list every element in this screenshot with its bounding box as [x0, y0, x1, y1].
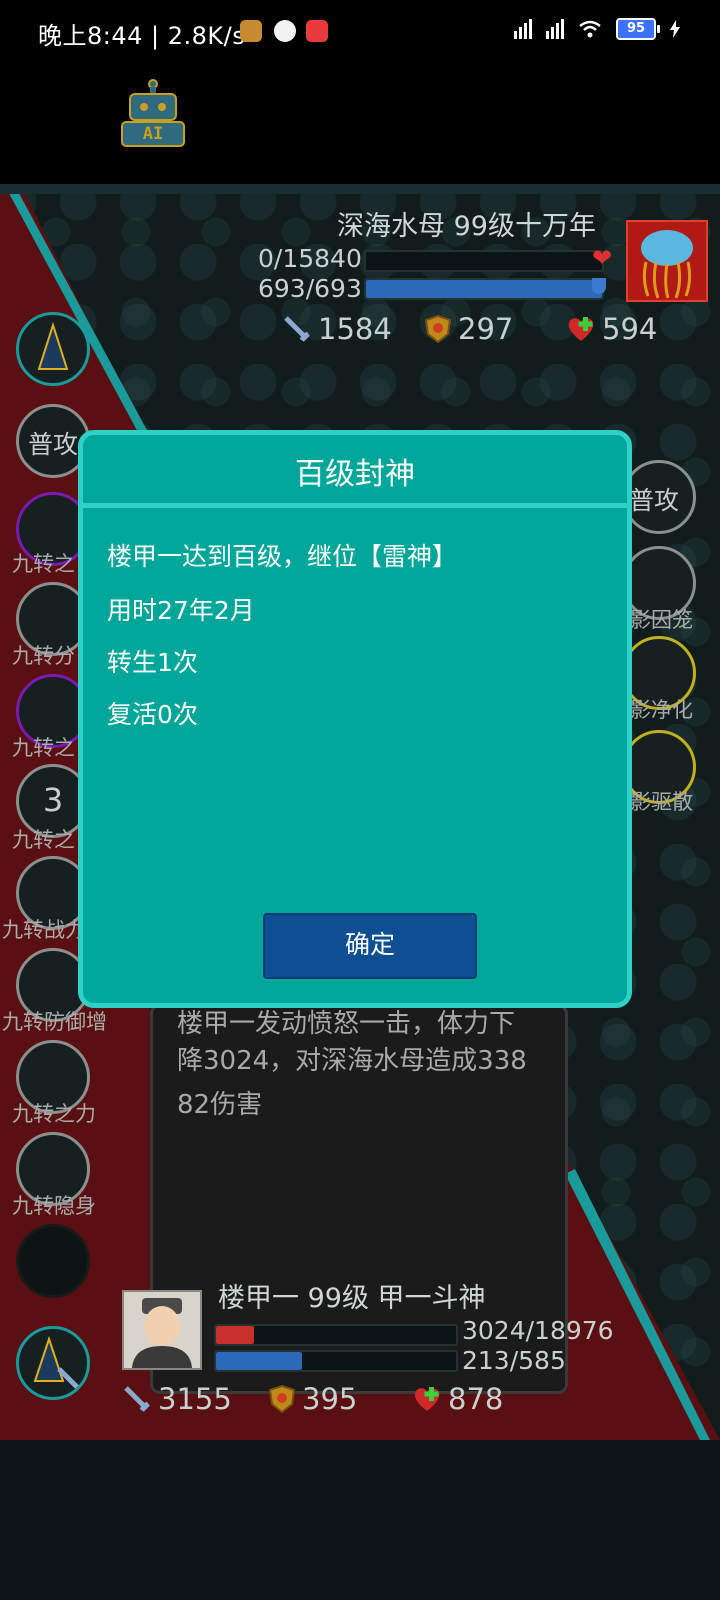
level-up-dialog: 百级封神 楼甲一达到百级，继位【雷神】 用时27年2月 转生1次 复活0次 确定	[78, 430, 632, 1008]
enemy-attack-value: 1584	[318, 312, 392, 346]
signal-icon-2	[546, 19, 564, 39]
skill-label: 九转防御增	[2, 1010, 107, 1034]
player-name: 楼甲一 99级 甲一斗神	[218, 1283, 486, 1314]
confirm-button[interactable]: 确定	[263, 913, 477, 979]
skill-label: 九转之	[12, 736, 75, 760]
skill-label: 九转战力	[2, 918, 86, 942]
skill-label: 影净化	[630, 698, 693, 722]
heal-heart-icon	[568, 317, 594, 341]
battery-indicator: 95	[616, 18, 660, 40]
player-hp-bar	[214, 1324, 458, 1346]
skill-label: 九转隐身	[12, 1194, 96, 1218]
dialog-line: 复活0次	[107, 700, 198, 729]
enemy-hp-bar	[364, 250, 604, 272]
enemy-heal: 594	[566, 312, 657, 346]
skill-label: 影驱散	[630, 790, 693, 814]
player-hp-fill	[216, 1326, 255, 1344]
skill-label: 九转分	[12, 644, 75, 668]
enemy-mp-bar	[364, 278, 604, 300]
skill-tree-button[interactable]	[16, 312, 90, 386]
sword-icon	[124, 1386, 150, 1412]
jellyfish-icon	[641, 230, 693, 299]
notification-icon-3	[306, 20, 328, 42]
player-mp-bar	[214, 1350, 458, 1372]
heart-icon: ❤	[592, 244, 613, 272]
player-heal: 878	[412, 1382, 503, 1416]
player-mp-text: 213/585	[462, 1346, 566, 1375]
enemy-hp-text: 0/15840	[258, 244, 362, 273]
enemy-heal-value: 594	[602, 312, 658, 346]
skill-label: 九转之	[12, 552, 75, 576]
skill-label: 普攻	[27, 430, 78, 459]
ai-label: AI	[142, 124, 164, 144]
skill-cooldown-badge: 3	[42, 781, 64, 819]
dialog-line: 转生1次	[107, 648, 198, 677]
player-portrait-icon	[132, 1298, 192, 1368]
enemy-name: 深海水母 99级十万年	[337, 211, 596, 242]
skill-tree-sword-button[interactable]	[16, 1326, 90, 1400]
charging-icon	[670, 20, 680, 38]
tree-skill-icon	[37, 321, 69, 370]
player-hp-text: 3024/18976	[462, 1316, 614, 1345]
player-avatar[interactable]	[122, 1290, 202, 1370]
sword-icon	[284, 316, 310, 342]
shield-icon	[268, 1384, 296, 1414]
enemy-mp-text: 693/693	[258, 274, 362, 303]
status-time: 晚上8:44 | 2.8K/s	[38, 22, 246, 50]
notification-icon-1	[240, 20, 262, 42]
tree-sword-icon	[33, 1335, 79, 1389]
skill-empty-slot[interactable]	[16, 1224, 90, 1298]
player-attack: 3155	[122, 1382, 232, 1416]
ai-robot-button[interactable]: AI	[120, 78, 186, 150]
player-mp-fill	[216, 1352, 303, 1370]
battle-log-text: 降3024，对深海水母造成33882伤害	[177, 1046, 527, 1120]
status-icons: 95	[514, 18, 680, 40]
heal-heart-icon	[414, 1387, 440, 1411]
signal-icon-1	[514, 19, 532, 39]
enemy-attack: 1584	[282, 312, 392, 346]
skill-normal-attack-right[interactable]: 普攻	[622, 460, 696, 534]
skill-label: 影囚笼	[630, 608, 693, 632]
enemy-defense: 297	[424, 312, 513, 346]
player-attack-value: 3155	[158, 1382, 232, 1416]
player-defense-value: 395	[302, 1382, 358, 1416]
dialog-title: 百级封神	[295, 457, 415, 492]
potion-icon	[592, 278, 606, 294]
status-bar: 晚上8:44 | 2.8K/s 95	[0, 0, 720, 64]
skill-label: 普攻	[629, 486, 680, 515]
notification-icon-2	[274, 20, 296, 42]
dialog-divider	[83, 503, 627, 508]
enemy-defense-value: 297	[458, 312, 514, 346]
top-border	[0, 184, 720, 194]
skill-label: 九转之	[12, 828, 75, 852]
bottom-area	[0, 1440, 720, 1600]
dialog-line: 用时27年2月	[107, 596, 255, 625]
enemy-avatar[interactable]	[626, 220, 708, 302]
shield-icon	[424, 314, 452, 344]
player-heal-value: 878	[448, 1382, 504, 1416]
battle-log-partial: 楼甲一发动愤怒一击，体力下	[177, 1009, 516, 1039]
enemy-mp-fill	[366, 280, 602, 298]
wifi-icon	[579, 20, 601, 38]
skill-label: 九转之力	[12, 1102, 96, 1126]
dialog-line: 楼甲一达到百级，继位【雷神】	[107, 542, 458, 571]
player-defense: 395	[268, 1382, 357, 1416]
